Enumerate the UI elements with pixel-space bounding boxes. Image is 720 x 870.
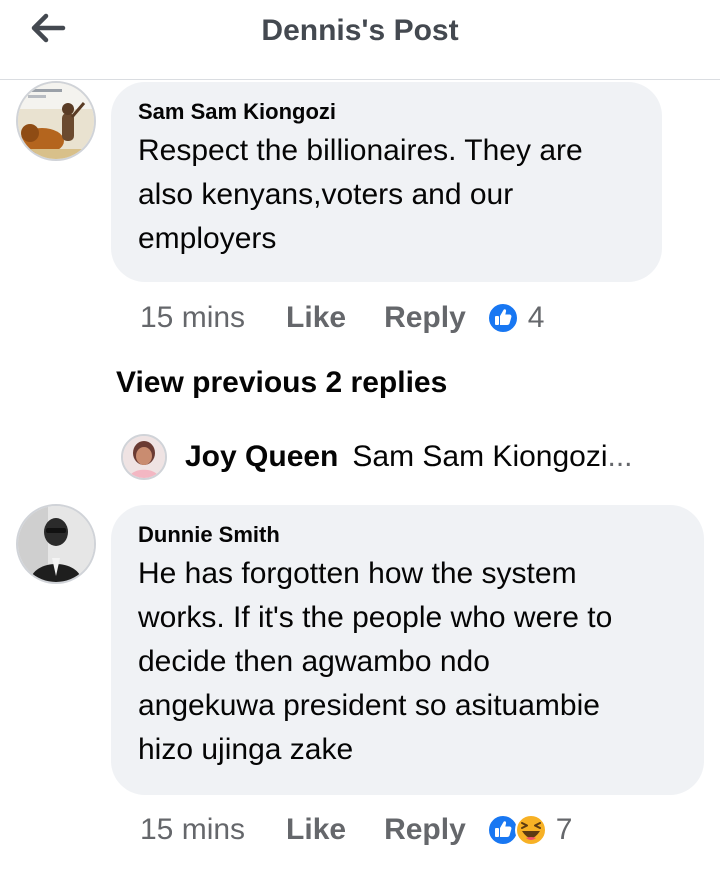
reply-avatar (121, 434, 167, 480)
comment-text-line: angekuwa president so asituambie (138, 689, 600, 722)
comment-text-line: also kenyans,voters and our (138, 178, 514, 211)
reaction-count: 7 (555, 813, 573, 846)
comment-text-line: employers (138, 222, 277, 255)
comment-text-line: hizo ujinga zake (138, 733, 354, 766)
comment-text: He has forgotten how the system works. I… (138, 552, 704, 772)
reply-snippet: Sam Sam Kiongozi (352, 440, 608, 473)
comment-text-line: decide then agwambo ndo (138, 645, 490, 678)
avatar-image (123, 436, 165, 478)
comment-actions: 15 mins Like Reply 7 (140, 810, 572, 850)
top-bar: Dennis's Post (0, 0, 720, 80)
reply-ellipsis: ... (607, 440, 633, 473)
avatar-image (18, 83, 94, 159)
comment-timestamp[interactable]: 15 mins (140, 301, 245, 335)
like-reaction-icon (486, 302, 519, 334)
comment-actions: 15 mins Like Reply 4 (140, 298, 544, 338)
comment-author[interactable]: Sam Sam Kiongozi (138, 99, 662, 125)
reaction-summary[interactable]: 4 (486, 301, 545, 335)
page-title: Dennis's Post (261, 14, 459, 47)
comment-text-line: works. If it's the people who were to (138, 601, 613, 634)
comment-text-line: He has forgotten how the system (138, 557, 577, 590)
comment-text-line: Respect the billionaires. They are (138, 134, 583, 167)
haha-reaction-icon (514, 814, 547, 846)
reply-button[interactable]: Reply (384, 301, 466, 335)
reaction-count: 4 (527, 301, 545, 334)
comment-text: Respect the billionaires. They are also … (138, 129, 662, 261)
comment-bubble[interactable]: Sam Sam Kiongozi Respect the billionaire… (111, 82, 662, 282)
reply-author: Joy Queen (185, 440, 339, 473)
avatar[interactable] (16, 504, 96, 584)
like-button[interactable]: Like (286, 813, 346, 847)
like-button[interactable]: Like (286, 301, 346, 335)
view-previous-replies-link[interactable]: View previous 2 replies (116, 366, 447, 400)
avatar[interactable] (16, 81, 96, 161)
reaction-summary[interactable]: 7 (486, 813, 573, 847)
avatar-image (18, 506, 94, 582)
comment-author[interactable]: Dunnie Smith (138, 522, 704, 548)
reply-button[interactable]: Reply (384, 813, 466, 847)
reply-preview[interactable]: Joy Queen Sam Sam Kiongozi ... (121, 432, 633, 482)
comment-bubble[interactable]: Dunnie Smith He has forgotten how the sy… (111, 505, 704, 795)
comment-timestamp[interactable]: 15 mins (140, 813, 245, 847)
